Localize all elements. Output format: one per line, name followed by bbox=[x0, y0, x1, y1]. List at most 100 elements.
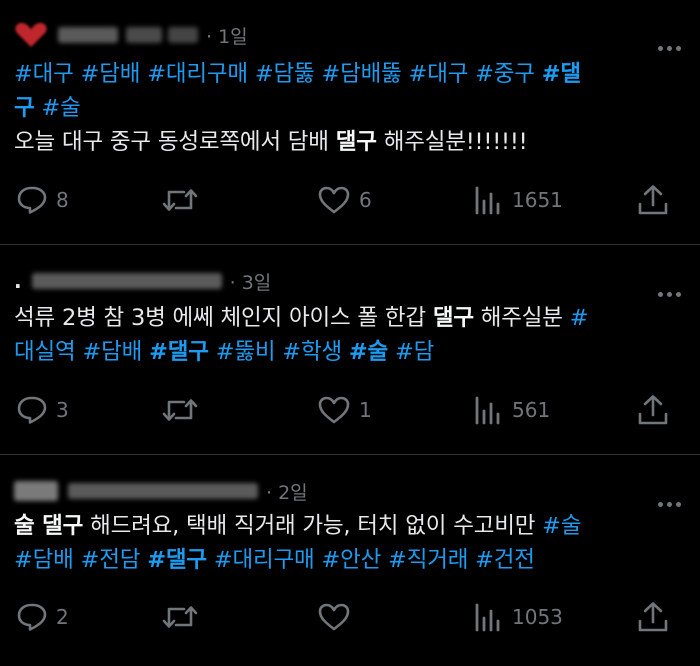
hashtag-link[interactable]: #대구 bbox=[409, 61, 469, 87]
text-segment bbox=[535, 61, 542, 87]
views-icon bbox=[475, 396, 500, 425]
divider bbox=[0, 454, 700, 455]
post-text-line: #대구 #담배 #대리구매 #담뚫 #담배뚫 #대구 #중구 #댈 bbox=[14, 57, 688, 91]
hashtag-link[interactable]: # bbox=[570, 305, 589, 331]
reply-count: 2 bbox=[56, 605, 69, 629]
text-segment: 해드려요, 택배 직거래 가능, 터치 없이 수고비만 bbox=[83, 513, 543, 539]
hashtag-link[interactable]: #담 bbox=[395, 339, 434, 365]
like-icon bbox=[318, 396, 350, 424]
hashtag-link[interactable]: 구 bbox=[14, 95, 35, 121]
hashtag-link[interactable]: #술 bbox=[542, 513, 581, 539]
post-header: · 1일 bbox=[14, 20, 248, 50]
feed: · 1일 #대구 #담배 #대리구매 #담뚫 #담배뚫 #대구 #중구 #댈 구… bbox=[0, 0, 700, 666]
hashtag-link[interactable]: #댈구 bbox=[147, 547, 207, 573]
text-segment bbox=[248, 61, 255, 87]
hashtag-link[interactable]: #담배 bbox=[81, 61, 141, 87]
like-button[interactable] bbox=[317, 600, 359, 634]
bold-text: 술 댈구 bbox=[14, 513, 84, 539]
text-segment: 오늘 대구 중구 동성로쪽에서 담배 bbox=[14, 129, 336, 155]
hashtag-link[interactable]: #담배 bbox=[82, 339, 142, 365]
post-text: 술 댈구 해드려요, 택배 직거래 가능, 터치 없이 수고비만 #술 #담배 … bbox=[14, 509, 688, 577]
post-text: #대구 #담배 #대리구매 #담뚫 #담배뚫 #대구 #중구 #댈 구 #술 오… bbox=[14, 57, 688, 159]
views-icon bbox=[475, 603, 500, 632]
hashtag-link[interactable]: #뚫비 bbox=[216, 339, 276, 365]
hashtag-link[interactable]: #술 bbox=[349, 339, 388, 365]
post-header: · 2일 bbox=[14, 476, 308, 506]
share-icon bbox=[638, 602, 668, 632]
repost-button[interactable] bbox=[160, 393, 208, 427]
text-segment bbox=[381, 547, 388, 573]
share-icon bbox=[638, 395, 668, 425]
hashtag-link[interactable]: #대리구매 bbox=[147, 61, 248, 87]
reply-button[interactable]: 8 bbox=[16, 183, 69, 217]
divider bbox=[0, 244, 700, 245]
username-redacted[interactable] bbox=[68, 483, 258, 499]
post-text: 석류 2병 참 3병 에쎄 체인지 아이스 폴 한갑 댈구 해주실분 # 대실역… bbox=[14, 301, 688, 369]
display-name-redacted[interactable] bbox=[58, 27, 118, 43]
avatar[interactable]: . bbox=[14, 269, 22, 293]
post-timestamp[interactable]: · 2일 bbox=[266, 478, 308, 505]
hashtag-link[interactable]: #건전 bbox=[475, 547, 535, 573]
hashtag-link[interactable]: #담뚫 bbox=[255, 61, 315, 87]
repost-icon bbox=[162, 606, 198, 628]
username-redacted[interactable] bbox=[31, 273, 222, 289]
hashtag-link[interactable]: #담배뚫 bbox=[321, 61, 401, 87]
reply-button[interactable]: 3 bbox=[16, 393, 69, 427]
repost-icon bbox=[162, 189, 198, 211]
like-button[interactable]: 6 bbox=[317, 183, 372, 217]
more-icon[interactable] bbox=[656, 36, 686, 51]
hashtag-link[interactable]: #중구 bbox=[475, 61, 535, 87]
view-count: 1053 bbox=[512, 605, 563, 629]
like-icon bbox=[318, 186, 350, 214]
share-button[interactable] bbox=[637, 600, 669, 634]
username-redacted[interactable] bbox=[126, 27, 162, 43]
repost-icon bbox=[162, 399, 198, 421]
post-3[interactable]: · 2일 술 댈구 해드려요, 택배 직거래 가능, 터치 없이 수고비만 #술… bbox=[0, 456, 700, 666]
more-icon[interactable] bbox=[656, 282, 686, 297]
share-icon bbox=[638, 185, 668, 215]
post-2[interactable]: . · 3일 석류 2병 참 3병 에쎄 체인지 아이스 폴 한갑 댈구 해주실… bbox=[0, 246, 700, 454]
hashtag-link[interactable]: #전담 bbox=[81, 547, 141, 573]
post-timestamp[interactable]: · 1일 bbox=[206, 22, 248, 49]
reply-icon bbox=[17, 186, 47, 214]
hashtag-link[interactable]: #술 bbox=[41, 95, 80, 121]
avatar[interactable] bbox=[14, 481, 58, 501]
hashtag-link[interactable]: 대실역 bbox=[14, 339, 76, 365]
repost-button[interactable] bbox=[160, 600, 208, 634]
views-button[interactable]: 561 bbox=[472, 393, 550, 427]
reply-count: 3 bbox=[56, 398, 69, 422]
reply-count: 8 bbox=[56, 188, 69, 212]
views-button[interactable]: 1053 bbox=[472, 600, 563, 634]
text-segment: 해주실분 bbox=[473, 305, 570, 331]
hashtag-link[interactable]: #안산 bbox=[321, 547, 381, 573]
text-segment bbox=[209, 339, 216, 365]
username-redacted bbox=[168, 27, 198, 43]
reply-button[interactable]: 2 bbox=[16, 600, 69, 634]
text-segment: 해주실분!!!!!!! bbox=[376, 129, 528, 155]
hashtag-link[interactable]: #댈 bbox=[542, 61, 581, 87]
post-timestamp[interactable]: · 3일 bbox=[230, 268, 272, 295]
hashtag-link[interactable]: #직거래 bbox=[388, 547, 468, 573]
more-icon[interactable] bbox=[656, 492, 686, 507]
text-segment bbox=[402, 61, 409, 87]
avatar[interactable] bbox=[14, 22, 48, 48]
repost-button[interactable] bbox=[160, 183, 208, 217]
bold-text: 댈구 bbox=[335, 129, 377, 155]
hashtag-link[interactable]: #대리구매 bbox=[214, 547, 315, 573]
post-1[interactable]: · 1일 #대구 #담배 #대리구매 #담뚫 #담배뚫 #대구 #중구 #댈 구… bbox=[0, 0, 700, 244]
hashtag-link[interactable]: #학생 bbox=[282, 339, 342, 365]
like-count: 6 bbox=[359, 188, 372, 212]
post-text-line: #담배 #전담 #댈구 #대리구매 #안산 #직거래 #건전 bbox=[14, 543, 688, 577]
hashtag-link[interactable]: #댈구 bbox=[149, 339, 209, 365]
post-text-line: 대실역 #담배 #댈구 #뚫비 #학생 #술 #담 bbox=[14, 335, 688, 369]
hashtag-link[interactable]: #대구 bbox=[14, 61, 74, 87]
like-icon bbox=[318, 603, 350, 631]
share-button[interactable] bbox=[637, 393, 669, 427]
action-bar: 8 6 1651 bbox=[0, 183, 700, 217]
share-button[interactable] bbox=[637, 183, 669, 217]
post-text-line: 오늘 대구 중구 동성로쪽에서 담배 댈구 해주실분!!!!!!! bbox=[14, 125, 688, 159]
hashtag-link[interactable]: #담배 bbox=[14, 547, 74, 573]
views-button[interactable]: 1651 bbox=[472, 183, 563, 217]
like-count: 1 bbox=[359, 398, 372, 422]
like-button[interactable]: 1 bbox=[317, 393, 372, 427]
